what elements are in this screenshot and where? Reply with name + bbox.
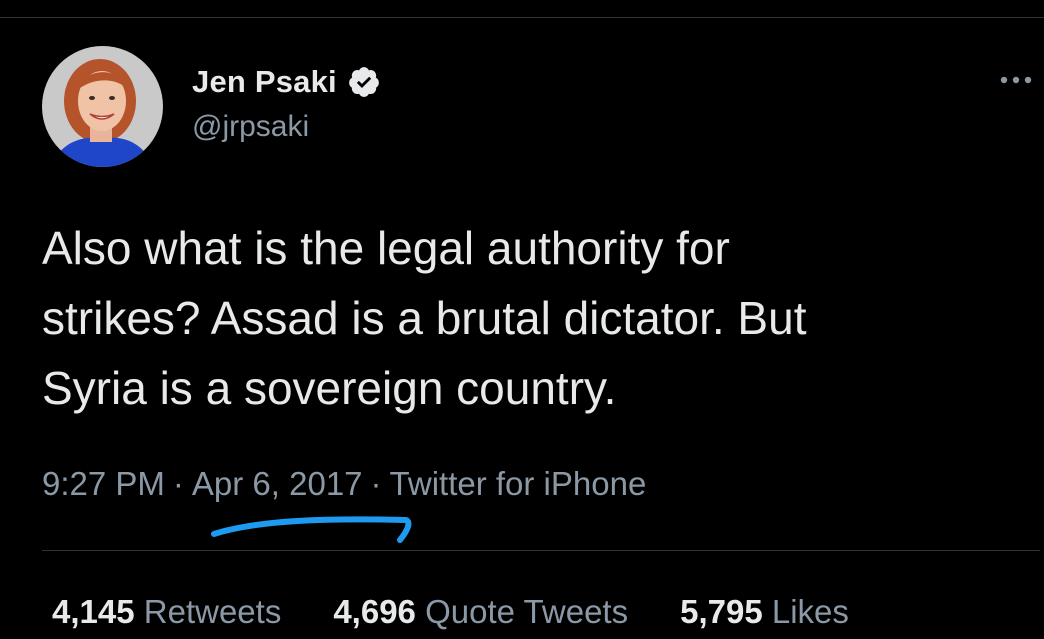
retweets-count: 4,145 xyxy=(52,593,135,630)
tweet-date[interactable]: Apr 6, 2017 xyxy=(192,465,363,502)
avatar[interactable] xyxy=(42,46,163,167)
retweets-label: Retweets xyxy=(143,593,282,630)
tweet-stats: 4,145 Retweets 4,696 Quote Tweets 5,795 … xyxy=(52,593,901,631)
author-name-row: Jen Psaki xyxy=(192,62,381,102)
tweet-meta: 9:27 PM · Apr 6, 2017 · Twitter for iPhone xyxy=(42,465,646,503)
verified-badge-icon xyxy=(348,67,379,97)
display-name[interactable]: Jen Psaki xyxy=(192,64,337,100)
top-divider xyxy=(0,17,1044,18)
quote-tweets-label: Quote Tweets xyxy=(425,593,629,630)
tweet-time[interactable]: 9:27 PM xyxy=(42,465,165,502)
avatar-image xyxy=(42,46,163,167)
likes-label: Likes xyxy=(771,593,849,630)
annotation-underline xyxy=(211,516,412,543)
quote-tweets-count: 4,696 xyxy=(333,593,416,630)
meta-separator: · xyxy=(172,465,184,502)
more-horizontal-icon[interactable] xyxy=(996,70,1036,90)
tweet-source[interactable]: Twitter for iPhone xyxy=(390,465,647,502)
meta-separator: · xyxy=(370,465,382,502)
likes-count: 5,795 xyxy=(680,593,763,630)
quote-tweets-stat[interactable]: 4,696 Quote Tweets xyxy=(333,593,628,631)
retweets-stat[interactable]: 4,145 Retweets xyxy=(52,593,281,631)
author-handle[interactable]: @jrpsaki xyxy=(192,110,309,144)
stats-divider xyxy=(42,550,1040,551)
likes-stat[interactable]: 5,795 Likes xyxy=(680,593,849,631)
tweet-text: Also what is the legal authority for str… xyxy=(42,222,807,414)
